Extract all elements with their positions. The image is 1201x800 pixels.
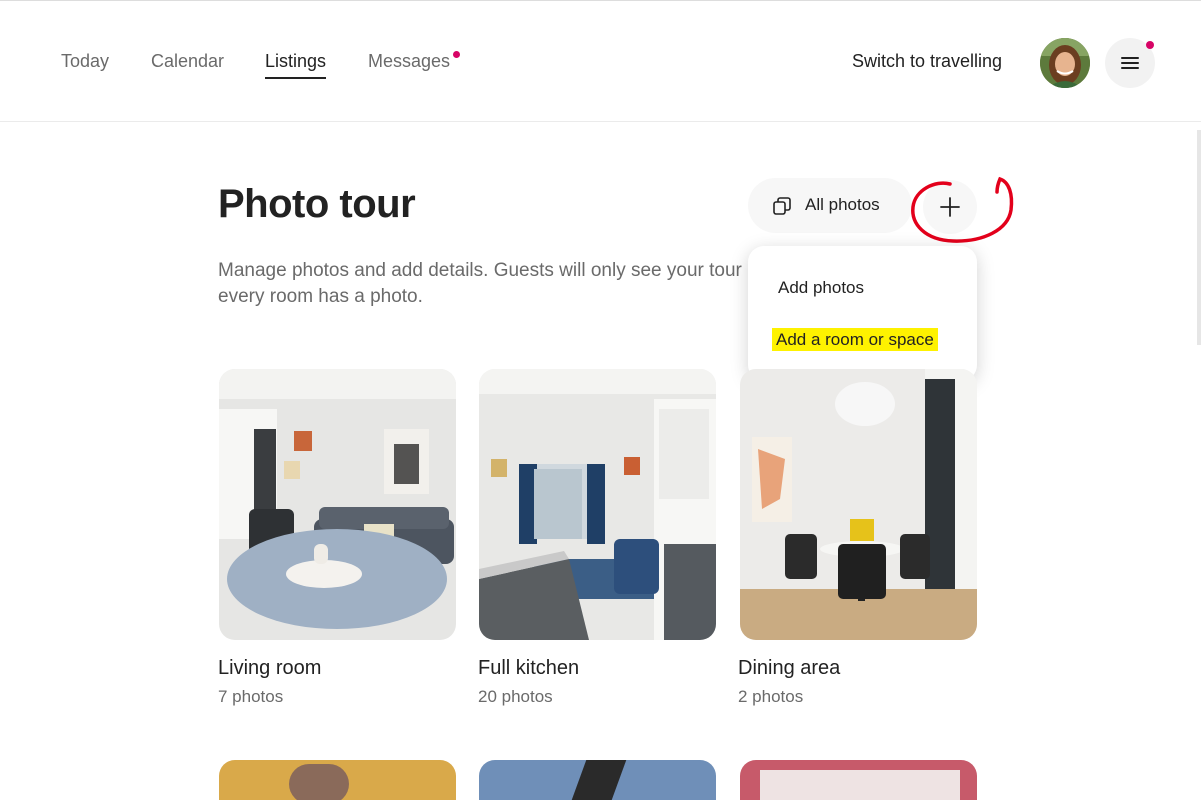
menu-icon-bar: [1121, 62, 1139, 64]
avatar-photo: [1040, 38, 1090, 88]
partial-photo-detail: [289, 764, 349, 800]
add-photos-menu-item[interactable]: Add photos: [778, 278, 864, 298]
avatar[interactable]: [1040, 38, 1090, 88]
room-card-image-partial[interactable]: [219, 760, 456, 800]
room-card-image-partial[interactable]: [479, 760, 716, 800]
tab-listings[interactable]: Listings: [265, 51, 327, 79]
partial-photo-detail: [760, 770, 960, 800]
add-room-menu-item[interactable]: Add a room or space: [772, 328, 938, 351]
photos-stack-icon: [773, 197, 791, 215]
switch-to-travelling-link[interactable]: Switch to travelling: [852, 51, 1002, 72]
room-name: Dining area: [738, 657, 841, 679]
active-tab-underline: [265, 77, 327, 79]
living-room-photo: [219, 369, 456, 640]
messages-notification-dot: [453, 51, 460, 58]
room-photo-count: 2 photos: [738, 687, 804, 706]
tab-listings-label: Listings: [265, 51, 327, 71]
top-nav-bar: Today Calendar Listings Messages Switch …: [0, 0, 1201, 122]
menu-icon-bar: [1121, 57, 1139, 59]
all-photos-button[interactable]: All photos: [748, 178, 912, 233]
room-card-image-dining-area[interactable]: [740, 369, 977, 640]
dining-area-photo: [740, 369, 977, 640]
tab-today[interactable]: Today: [61, 51, 109, 72]
tab-messages-label: Messages: [368, 51, 451, 71]
partial-photo-detail: [571, 760, 627, 800]
annotation-circle: [911, 176, 1014, 243]
kitchen-photo: [479, 369, 716, 640]
page-subtitle: Manage photos and add details. Guests wi…: [218, 260, 757, 307]
room-card-image-living-room[interactable]: [219, 369, 456, 640]
room-card-image-partial[interactable]: [740, 760, 977, 800]
tab-calendar[interactable]: Calendar: [151, 51, 224, 72]
room-photo-count: 20 photos: [478, 687, 553, 706]
menu-icon-bar: [1121, 67, 1139, 69]
room-card-image-full-kitchen[interactable]: [479, 369, 716, 640]
scrollbar[interactable]: [1197, 130, 1201, 345]
room-name: Full kitchen: [478, 657, 580, 679]
highlighted-label: Add a room or space: [772, 328, 938, 351]
add-menu-dropdown: Add photos Add a room or space: [748, 246, 977, 381]
page-title: Photo tour: [218, 182, 416, 226]
all-photos-label: All photos: [805, 195, 880, 214]
tab-messages[interactable]: Messages: [368, 51, 450, 72]
room-name: Living room: [218, 657, 322, 679]
room-photo-count: 7 photos: [218, 687, 284, 706]
menu-notification-dot: [1146, 41, 1154, 49]
